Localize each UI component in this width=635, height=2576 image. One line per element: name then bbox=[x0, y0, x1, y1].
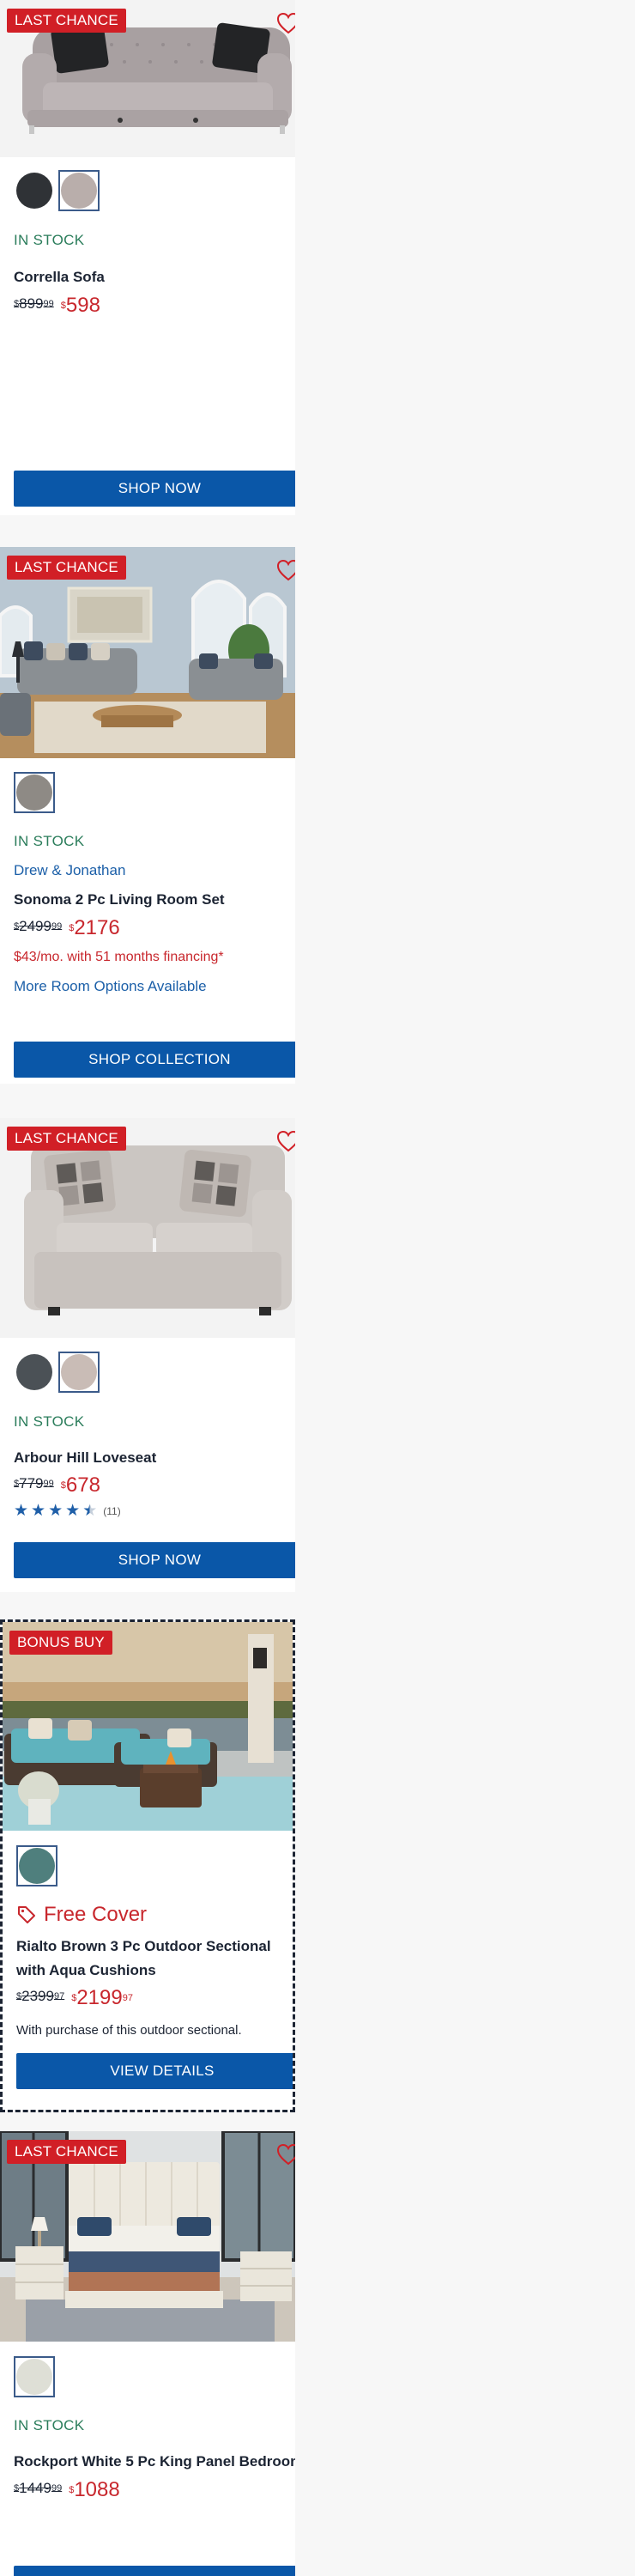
product-card-bonus-buy: BONUS BUY Free Cover Rialto Brown 3 Pc O… bbox=[0, 1619, 295, 2112]
swatch-light bbox=[61, 173, 97, 209]
swatch-option-selected[interactable] bbox=[14, 2356, 55, 2397]
product-image[interactable]: BONUS BUY bbox=[3, 1622, 293, 1831]
was-price: $77999 bbox=[14, 1475, 54, 1492]
swatch-dark bbox=[16, 173, 52, 209]
was-price: $89999 bbox=[14, 295, 54, 312]
swatch-option-selected[interactable] bbox=[16, 1845, 57, 1886]
price: $77999 $678 bbox=[14, 1475, 100, 1496]
in-stock-label: IN STOCK bbox=[14, 232, 85, 248]
star-icon: ★ bbox=[14, 1502, 29, 1520]
promo-note: With purchase of this outdoor sectional. bbox=[16, 2023, 242, 2038]
last-chance-badge: LAST CHANCE bbox=[7, 2140, 126, 2164]
heart-icon[interactable] bbox=[276, 12, 295, 34]
swatch-white bbox=[16, 2359, 52, 2395]
color-swatches bbox=[14, 772, 55, 813]
view-details-button[interactable]: VIEW DETAILS bbox=[16, 2053, 293, 2089]
price: $144999 $1088 bbox=[14, 2480, 120, 2500]
more-room-options-link[interactable]: More Room Options Available bbox=[14, 978, 207, 995]
in-stock-label: IN STOCK bbox=[14, 833, 85, 849]
heart-icon[interactable] bbox=[276, 1130, 295, 1152]
product-image[interactable]: LAST CHANCE bbox=[0, 1118, 295, 1338]
last-chance-badge: LAST CHANCE bbox=[7, 556, 126, 580]
star-icon: ★ bbox=[48, 1502, 64, 1520]
sale-price: $219997 bbox=[71, 1986, 133, 2009]
product-image[interactable]: LAST CHANCE bbox=[0, 2131, 295, 2342]
shop-now-button[interactable]: SHOP NOW bbox=[14, 471, 295, 507]
price: $239997 $219997 bbox=[16, 1988, 133, 2008]
product-card: LAST CHANCE IN STOCK Rockport White 5 Pc… bbox=[0, 2131, 295, 2576]
last-chance-badge: LAST CHANCE bbox=[7, 9, 126, 33]
sale-price: $598 bbox=[60, 294, 100, 317]
sale-price: $2176 bbox=[69, 916, 120, 939]
swatch-light bbox=[61, 1354, 97, 1390]
price: $249999 $2176 bbox=[14, 918, 120, 939]
product-name[interactable]: Rockport White 5 Pc King Panel Bedroom bbox=[14, 2450, 295, 2474]
star-icon: ★ bbox=[31, 1502, 46, 1520]
sale-price: $678 bbox=[60, 1473, 100, 1497]
star-icon: ★ bbox=[65, 1502, 81, 1520]
price: $89999 $598 bbox=[14, 295, 100, 316]
product-name[interactable]: Sonoma 2 Pc Living Room Set bbox=[14, 888, 225, 912]
swatch-dark bbox=[16, 1354, 52, 1390]
last-chance-badge: LAST CHANCE bbox=[7, 1127, 126, 1151]
was-price: $144999 bbox=[14, 2480, 63, 2496]
product-card: LAST CHANCE IN STOCK Arbour Hill Lovesea… bbox=[0, 1118, 295, 1592]
tag-icon bbox=[18, 1906, 35, 1923]
was-price: $239997 bbox=[16, 1988, 65, 2004]
free-cover-promo: Free Cover bbox=[16, 1903, 147, 1927]
in-stock-label: IN STOCK bbox=[14, 2417, 85, 2433]
swatch-option-selected[interactable] bbox=[58, 170, 100, 211]
swatch-option[interactable] bbox=[14, 1352, 55, 1393]
half-star-icon: ★ bbox=[82, 1502, 98, 1520]
swatch-option-selected[interactable] bbox=[58, 1352, 100, 1393]
rating-count: (11) bbox=[103, 1505, 121, 1517]
swatch-gray bbox=[16, 775, 52, 811]
color-swatches bbox=[16, 1845, 57, 1886]
swatch-option[interactable] bbox=[14, 170, 55, 211]
product-card: LAST CHANCE IN STOCK Corrella Sofa $8999… bbox=[0, 0, 295, 515]
sale-price: $1088 bbox=[69, 2478, 120, 2501]
swatch-option-selected[interactable] bbox=[14, 772, 55, 813]
color-swatches bbox=[14, 1352, 100, 1393]
brand-label[interactable]: Drew & Jonathan bbox=[14, 862, 125, 879]
promo-label: Free Cover bbox=[44, 1903, 148, 1926]
product-name[interactable]: Arbour Hill Loveseat bbox=[14, 1446, 156, 1470]
shop-now-button[interactable]: SHOP NOW bbox=[14, 1542, 295, 1578]
product-name[interactable]: Corrella Sofa bbox=[14, 265, 105, 289]
product-name[interactable]: Rialto Brown 3 Pc Outdoor Sectional with… bbox=[16, 1935, 291, 1983]
in-stock-label: IN STOCK bbox=[14, 1413, 85, 1430]
color-swatches bbox=[14, 2356, 55, 2397]
color-swatches bbox=[14, 170, 100, 211]
shop-button[interactable] bbox=[14, 2566, 295, 2576]
product-image[interactable]: LAST CHANCE bbox=[0, 0, 295, 157]
financing-text: $43/mo. with 51 months financing* bbox=[14, 950, 224, 964]
bonus-buy-badge: BONUS BUY bbox=[9, 1631, 112, 1655]
swatch-teal bbox=[19, 1848, 55, 1884]
shop-collection-button[interactable]: SHOP COLLECTION bbox=[14, 1042, 295, 1078]
heart-icon[interactable] bbox=[276, 559, 295, 581]
product-image[interactable]: LAST CHANCE bbox=[0, 547, 295, 758]
heart-icon[interactable] bbox=[276, 2143, 295, 2166]
was-price: $249999 bbox=[14, 918, 63, 934]
product-card: LAST CHANCE IN STOCK Drew & Jonathan Son… bbox=[0, 547, 295, 1084]
star-rating[interactable]: ★ ★ ★ ★ ★ (11) bbox=[14, 1503, 121, 1520]
